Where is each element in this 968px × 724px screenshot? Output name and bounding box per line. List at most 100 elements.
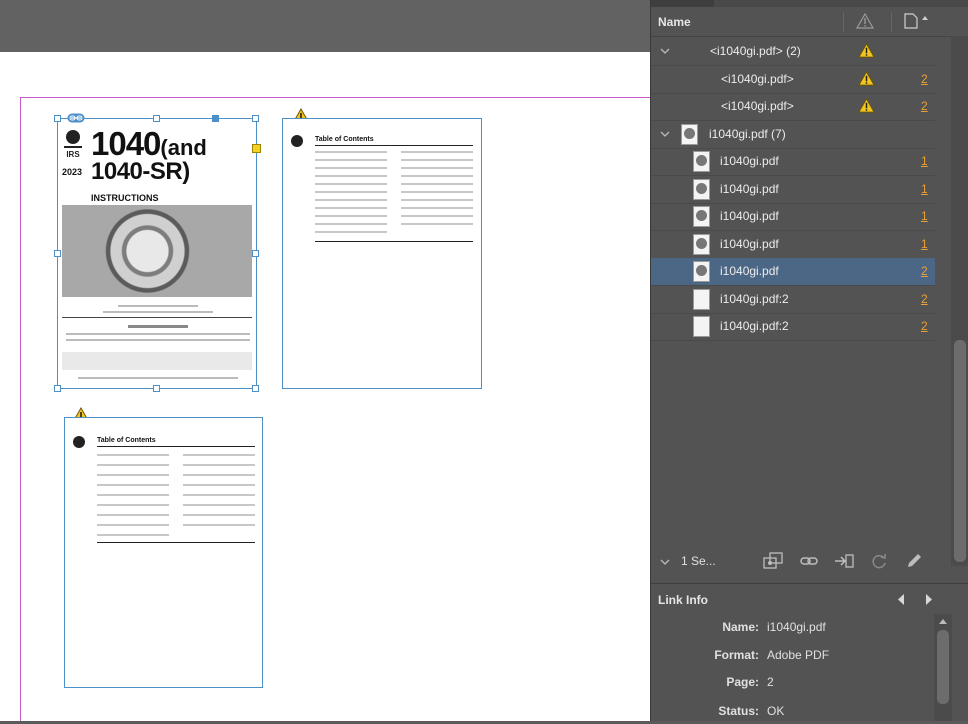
link-page-number[interactable]: 1	[921, 209, 928, 223]
selected-count-label[interactable]: 1 Se...	[681, 554, 716, 568]
link-group-row[interactable]: <i1040gi.pdf> (2)	[651, 38, 935, 66]
links-column-header: Name	[651, 8, 951, 37]
pdf-thumbnail	[693, 316, 710, 337]
link-row[interactable]: i1040gi.pdf 1	[651, 203, 935, 231]
toc-rule	[315, 241, 473, 242]
link-row[interactable]: i1040gi.pdf 1	[651, 231, 935, 259]
toc-line	[183, 464, 255, 466]
irs-logo-icon	[291, 135, 303, 147]
resize-handle[interactable]	[252, 115, 259, 122]
link-page-number[interactable]: 1	[921, 182, 928, 196]
update-link-icon[interactable]	[869, 552, 889, 570]
pdf-thumbnail	[681, 124, 698, 145]
chevron-down-icon[interactable]	[660, 129, 670, 139]
pdf-thumbnail	[693, 179, 710, 200]
next-link-arrow-icon[interactable]	[923, 593, 935, 606]
placed-pdf-cover[interactable]: IRS 2023 1040(and 1040-SR) INSTRUCTIONS	[57, 118, 257, 389]
link-info-title: Link Info	[658, 593, 708, 607]
cover-text-line	[66, 339, 250, 341]
link-name: i1040gi.pdf:2	[720, 319, 789, 333]
resize-handle[interactable]	[252, 385, 259, 392]
link-page-number[interactable]: 1	[921, 237, 928, 251]
link-page-number[interactable]: 2	[921, 319, 928, 333]
placed-pdf-toc-page[interactable]: Table of Contents	[64, 417, 263, 688]
link-row[interactable]: i1040gi.pdf:2 2	[651, 286, 935, 314]
toc-line	[183, 504, 255, 506]
toc-title: Table of Contents	[315, 136, 374, 143]
cover-rule	[62, 317, 252, 318]
previous-link-arrow-icon[interactable]	[895, 593, 907, 606]
link-info-scrollbar-thumb[interactable]	[937, 630, 949, 704]
toc-line	[97, 524, 169, 526]
resize-handle[interactable]	[54, 250, 61, 257]
toc-line	[401, 151, 473, 153]
link-page-number[interactable]: 2	[921, 72, 928, 86]
link-row[interactable]: <i1040gi.pdf> 2	[651, 66, 935, 94]
resize-handle[interactable]	[54, 115, 61, 122]
toc-title: Table of Contents	[97, 437, 156, 444]
cover-text-line	[128, 325, 188, 328]
toc-line	[183, 474, 255, 476]
toc-line	[97, 494, 169, 496]
resize-handle[interactable]	[252, 250, 259, 257]
toc-line	[401, 215, 473, 217]
go-to-link-icon[interactable]	[834, 552, 854, 570]
page-column-sort-icon[interactable]	[903, 13, 929, 29]
link-name: i1040gi.pdf	[720, 264, 779, 278]
link-row[interactable]: i1040gi.pdf 1	[651, 176, 935, 204]
link-chain-icon[interactable]	[67, 113, 85, 123]
scroll-up-arrow-icon[interactable]	[938, 617, 948, 625]
chevron-down-icon[interactable]	[660, 557, 670, 567]
cover-text-line	[78, 377, 238, 379]
placed-pdf-toc-page[interactable]: Table of Contents	[282, 118, 482, 389]
cover-text-line	[118, 305, 198, 307]
link-page-number[interactable]: 1	[921, 154, 928, 168]
link-info-header[interactable]: Link Info	[651, 583, 968, 616]
content-grabber-handle[interactable]	[212, 115, 219, 122]
toc-line	[97, 504, 169, 506]
link-page-number[interactable]: 2	[921, 264, 928, 278]
toc-line	[97, 454, 169, 456]
resize-handle[interactable]	[153, 385, 160, 392]
pdf-thumbnail	[693, 151, 710, 172]
links-scrollbar-thumb[interactable]	[954, 340, 966, 562]
info-key: Name:	[722, 620, 759, 634]
cover-gray-box	[62, 352, 252, 370]
toc-line	[315, 191, 387, 193]
resize-handle[interactable]	[153, 115, 160, 122]
info-row-page: Page: 2	[651, 675, 951, 695]
toc-rule	[97, 542, 255, 543]
toc-line	[97, 484, 169, 486]
link-name: i1040gi.pdf	[720, 209, 779, 223]
chevron-down-icon[interactable]	[660, 46, 670, 56]
links-panel: Name <i1040gi.pdf> (2) <i1040gi.pdf> 2 <…	[650, 0, 968, 721]
live-corner-handle[interactable]	[252, 144, 261, 153]
toc-line	[315, 223, 387, 225]
relink-icon[interactable]	[799, 552, 819, 570]
toc-line	[401, 199, 473, 201]
toc-line	[315, 167, 387, 169]
info-row-status: Status: OK	[651, 704, 951, 724]
status-column-warning-icon[interactable]	[856, 13, 874, 29]
link-name: <i1040gi.pdf>	[721, 72, 794, 86]
link-group-row[interactable]: i1040gi.pdf (7)	[651, 121, 935, 149]
toc-line	[97, 464, 169, 466]
toc-line	[315, 207, 387, 209]
document-canvas[interactable]: IRS 2023 1040(and 1040-SR) INSTRUCTIONS	[0, 0, 650, 721]
info-value: 2	[767, 675, 774, 689]
link-page-number[interactable]: 2	[921, 99, 928, 113]
link-page-number[interactable]: 2	[921, 292, 928, 306]
toc-line	[315, 183, 387, 185]
toc-line	[315, 151, 387, 153]
link-row[interactable]: i1040gi.pdf 1	[651, 148, 935, 176]
link-row[interactable]: i1040gi.pdf:2 2	[651, 313, 935, 341]
relink-from-folder-icon[interactable]	[763, 552, 783, 570]
toc-line	[401, 223, 473, 225]
panel-tab[interactable]	[714, 0, 968, 7]
link-row[interactable]: <i1040gi.pdf> 2	[651, 93, 935, 121]
column-name-header[interactable]: Name	[658, 15, 691, 29]
resize-handle[interactable]	[54, 385, 61, 392]
edit-original-pencil-icon[interactable]	[904, 552, 924, 570]
svg-text:IRS: IRS	[66, 150, 80, 159]
link-row-selected[interactable]: i1040gi.pdf 2	[651, 258, 935, 286]
